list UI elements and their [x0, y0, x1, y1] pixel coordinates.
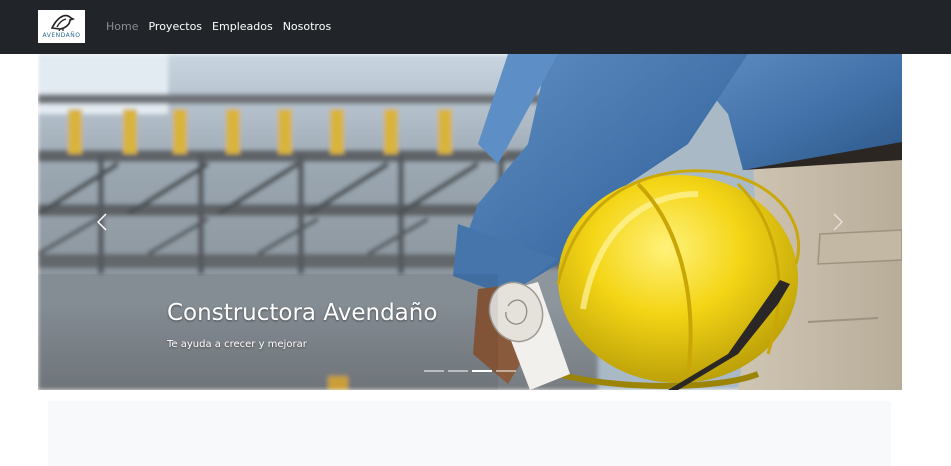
carousel-indicator-2[interactable] [448, 370, 468, 372]
brand-text: AVENDAÑO [42, 32, 81, 39]
carousel-next-button[interactable] [782, 54, 902, 390]
carousel-indicator-1[interactable] [424, 370, 444, 372]
hero-carousel: Constructora Avendaño Te ayuda a crecer … [38, 54, 902, 390]
nav-link-empleados[interactable]: Empleados [212, 19, 273, 35]
navbar: AVENDAÑO Home Proyectos Empleados Nosotr… [0, 0, 951, 54]
carousel-indicators [424, 370, 516, 372]
nav-link-nosotros[interactable]: Nosotros [283, 19, 331, 35]
brand-logo[interactable]: AVENDAÑO [38, 10, 85, 43]
nav-link-proyectos[interactable]: Proyectos [148, 19, 202, 35]
carousel-caption-subtitle: Te ayuda a crecer y mejorar [167, 339, 307, 350]
carousel-indicator-3[interactable] [472, 370, 492, 372]
content-section [48, 401, 891, 466]
nav-link-home[interactable]: Home [106, 19, 138, 35]
carousel-indicator-4[interactable] [496, 370, 516, 372]
chevron-right-icon [833, 213, 843, 231]
nav-links: Home Proyectos Empleados Nosotros [106, 19, 331, 35]
bird-logo-icon [50, 14, 75, 31]
chevron-left-icon [97, 213, 107, 231]
carousel-caption-title: Constructora Avendaño [167, 300, 438, 326]
carousel-prev-button[interactable] [38, 54, 158, 390]
